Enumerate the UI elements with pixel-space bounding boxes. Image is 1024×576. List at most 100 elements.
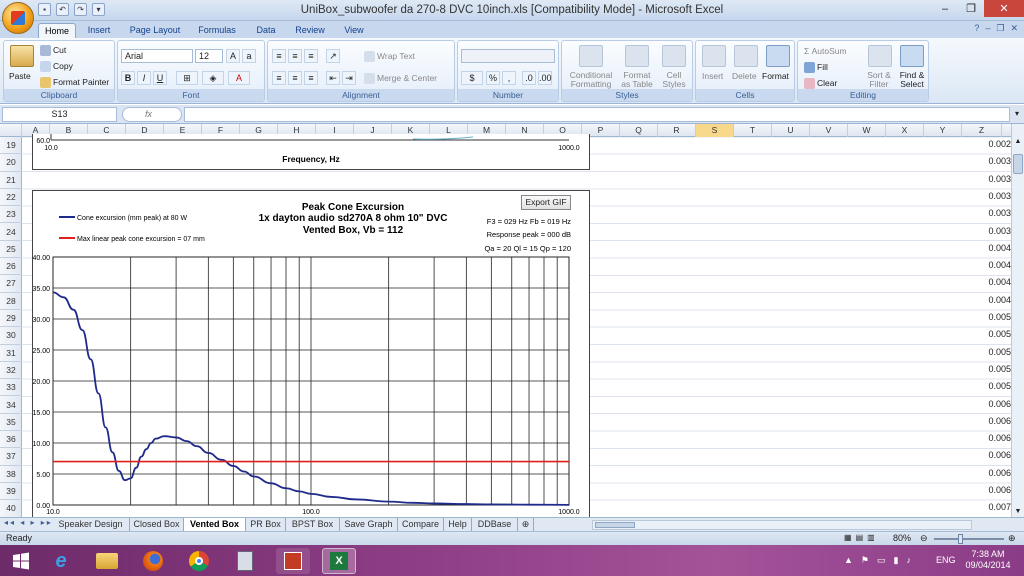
cell-z34[interactable]: 0.006 xyxy=(979,399,1011,409)
row-header-32[interactable]: 32 xyxy=(0,362,22,380)
scroll-thumb[interactable] xyxy=(1013,154,1023,174)
paste-icon[interactable] xyxy=(10,45,34,67)
font-name-select[interactable]: Arial xyxy=(121,49,193,63)
cell-z31[interactable]: 0.005 xyxy=(979,347,1011,357)
row-header-39[interactable]: 39 xyxy=(0,483,22,501)
font-size-select[interactable]: 12 xyxy=(195,49,223,63)
zoom-level[interactable]: 80% xyxy=(893,533,911,543)
tab-formulas[interactable]: Formulas xyxy=(192,23,242,38)
monitor-icon[interactable]: ▭ xyxy=(877,555,886,566)
fill-button[interactable]: Fill xyxy=(804,62,828,74)
row-header-38[interactable]: 38 xyxy=(0,466,22,483)
calculator-icon[interactable] xyxy=(228,548,262,574)
page-layout-view-icon[interactable]: ▤ xyxy=(856,533,864,542)
presentation-app-icon[interactable] xyxy=(276,548,310,574)
increase-indent-button[interactable]: ⇥ xyxy=(342,71,356,85)
start-button[interactable] xyxy=(4,548,38,574)
firefox-icon[interactable] xyxy=(136,548,170,574)
cut-button[interactable]: Cut xyxy=(40,45,66,57)
zoom-slider-thumb[interactable] xyxy=(958,534,963,544)
column-header-q[interactable]: Q xyxy=(620,124,658,137)
row-header-25[interactable]: 25 xyxy=(0,241,22,259)
ribbon-restore-icon[interactable]: ❐ xyxy=(996,23,1004,34)
internet-explorer-icon[interactable]: e xyxy=(44,548,78,574)
cell-z24[interactable]: 0.003 xyxy=(979,226,1011,236)
cell-z39[interactable]: 0.006 xyxy=(979,485,1011,495)
row-header-37[interactable]: 37 xyxy=(0,448,22,466)
sheet-nav-arrows-icon[interactable]: ◂◂ ◂ ▸ ▸▸ xyxy=(4,518,53,527)
zoom-in-icon[interactable]: ⊕ xyxy=(1008,533,1016,544)
cell-z28[interactable]: 0.004 xyxy=(979,295,1011,305)
row-header-24[interactable]: 24 xyxy=(0,224,22,241)
insert-cells-button[interactable]: Insert xyxy=(702,71,723,81)
cell-z37[interactable]: 0.006 xyxy=(979,450,1011,460)
sheet-tab-speaker-design[interactable]: Speaker Design xyxy=(52,518,130,531)
tab-page-layout[interactable]: Page Layout xyxy=(124,23,186,38)
column-header-y[interactable]: Y xyxy=(924,124,962,137)
align-left-button[interactable]: ≡ xyxy=(272,71,286,85)
tab-insert[interactable]: Insert xyxy=(80,23,118,38)
page-break-view-icon[interactable]: ▥ xyxy=(867,533,875,542)
cell-z23[interactable]: 0.003 xyxy=(979,208,1011,218)
fx-button[interactable]: fx xyxy=(122,107,182,122)
cone-excursion-chart[interactable]: Peak Cone Excursion 1x dayton audio sd27… xyxy=(32,190,590,518)
align-top-button[interactable]: ≡ xyxy=(272,49,286,63)
column-header-r[interactable]: R xyxy=(658,124,696,137)
cell-z36[interactable]: 0.006 xyxy=(979,433,1011,443)
sheet-tab-bpst-box[interactable]: BPST Box xyxy=(286,518,340,531)
conditional-formatting-button[interactable]: Conditional Formatting xyxy=(566,71,616,89)
cell-z22[interactable]: 0.003 xyxy=(979,191,1011,201)
ribbon-minimize-icon[interactable]: ‒ xyxy=(985,23,990,34)
merge-center-button[interactable]: Merge & Center xyxy=(364,73,437,85)
language-indicator[interactable]: ENG xyxy=(936,555,956,565)
delete-cells-button[interactable]: Delete xyxy=(732,71,757,81)
tray-expand-icon[interactable]: ▲ xyxy=(844,555,853,566)
bold-button[interactable]: B xyxy=(121,71,135,85)
row-header-21[interactable]: 21 xyxy=(0,172,22,189)
office-button[interactable] xyxy=(2,2,34,34)
insert-sheet-icon[interactable]: ⊕ xyxy=(518,518,534,531)
percent-button[interactable]: % xyxy=(486,71,500,85)
column-header-s[interactable]: S xyxy=(696,124,734,137)
align-center-button[interactable]: ≡ xyxy=(288,71,302,85)
borders-button[interactable]: ⊞ xyxy=(176,71,198,85)
chrome-icon[interactable] xyxy=(182,548,216,574)
fill-color-button[interactable]: ◈ xyxy=(202,71,224,85)
minimize-icon[interactable]: ‒ xyxy=(932,0,958,17)
cell-z38[interactable]: 0.006 xyxy=(979,468,1011,478)
cell-z19[interactable]: 0.002 xyxy=(979,139,1011,149)
currency-button[interactable]: $ xyxy=(461,71,483,85)
row-header-29[interactable]: 29 xyxy=(0,310,22,328)
italic-button[interactable]: I xyxy=(137,71,151,85)
sheet-tab-vented-box[interactable]: Vented Box xyxy=(184,518,246,531)
cell-z30[interactable]: 0.005 xyxy=(979,329,1011,339)
formula-input[interactable] xyxy=(184,107,1010,122)
top-chart[interactable]: 60.0 10.0 1000.0 Frequency, Hz xyxy=(32,134,590,170)
flag-icon[interactable]: ⚑ xyxy=(861,555,869,566)
cell-z27[interactable]: 0.004 xyxy=(979,277,1011,287)
row-header-20[interactable]: 20 xyxy=(0,154,22,172)
orientation-button[interactable]: ↗ xyxy=(326,49,340,63)
column-header-z[interactable]: Z xyxy=(962,124,1002,137)
column-header-v[interactable]: V xyxy=(810,124,848,137)
decrease-indent-button[interactable]: ⇤ xyxy=(326,71,340,85)
format-painter-button[interactable]: Format Painter xyxy=(40,77,109,89)
column-header-t[interactable]: T xyxy=(734,124,772,137)
format-as-table-button[interactable]: Format as Table xyxy=(618,71,656,89)
h-scroll-thumb[interactable] xyxy=(595,522,635,528)
cell-z35[interactable]: 0.006 xyxy=(979,416,1011,426)
align-bottom-button[interactable]: ≡ xyxy=(304,49,318,63)
find-select-button[interactable]: Find & Select xyxy=(896,71,928,89)
underline-button[interactable]: U xyxy=(153,71,167,85)
vertical-scrollbar[interactable]: ▲ ▼ xyxy=(1011,124,1024,517)
column-header-u[interactable]: U xyxy=(772,124,810,137)
cell-z26[interactable]: 0.004 xyxy=(979,260,1011,270)
comma-button[interactable]: , xyxy=(502,71,516,85)
shrink-font-button[interactable]: a xyxy=(242,49,256,63)
copy-button[interactable]: Copy xyxy=(40,61,73,73)
tab-view[interactable]: View xyxy=(338,23,370,38)
tab-data[interactable]: Data xyxy=(250,23,282,38)
sheet-tab-compare[interactable]: Compare xyxy=(398,518,444,531)
tab-review[interactable]: Review xyxy=(290,23,330,38)
number-format-select[interactable] xyxy=(461,49,555,63)
